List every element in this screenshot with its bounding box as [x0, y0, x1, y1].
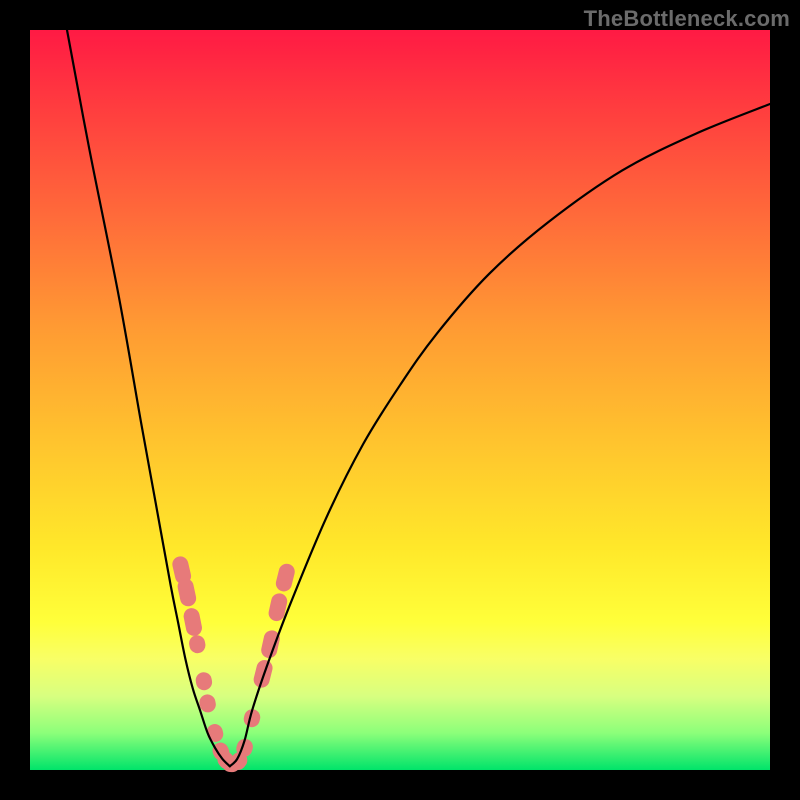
marker-dot — [176, 577, 198, 608]
marker-layer — [171, 555, 297, 773]
chart-frame — [30, 30, 770, 770]
marker-dot — [194, 671, 213, 691]
watermark-label: TheBottleneck.com — [584, 6, 790, 32]
marker-dot — [274, 562, 296, 593]
marker-dot — [188, 634, 207, 655]
curve-right-branch — [230, 104, 770, 766]
marker-dot — [182, 607, 203, 638]
bottleneck-curve-plot — [30, 30, 770, 770]
curve-left-branch — [67, 30, 230, 766]
